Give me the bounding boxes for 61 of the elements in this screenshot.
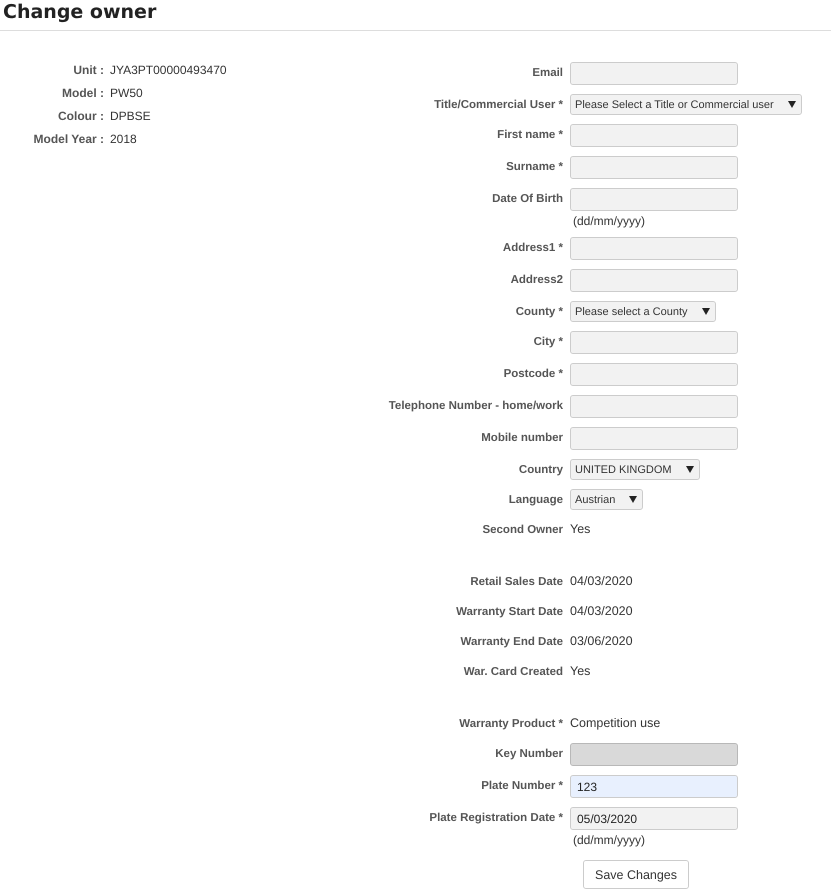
field-label: Telephone Number - home/work [388,399,563,414]
field-value: PW50 [110,86,143,100]
input-field[interactable] [570,237,738,260]
field-label: Date Of Birth [491,192,563,207]
field-label: Address2 [510,273,563,288]
field-label: Language [508,493,563,508]
field-label: Postcode * [502,367,563,382]
format-hint: (dd/mm/yyyy) [573,833,645,847]
field-label: Retail Sales Date [469,575,563,590]
page-title: Change owner [0,0,831,31]
field-label: Surname * [505,160,563,175]
caret-icon [686,466,694,473]
field-label: City * [532,335,563,350]
field-label: Country [518,463,563,478]
field-label: Second Owner [481,523,563,538]
field-label: Warranty Product * [458,717,563,732]
input-field[interactable] [570,331,738,354]
field-label: Warranty End Date [460,635,563,650]
caret-icon [702,308,710,315]
field-label: First name * [496,128,563,143]
dropdown[interactable]: UNITED KINGDOM [570,459,700,480]
field-value: 04/03/2020 [570,573,633,590]
input-field[interactable] [570,427,738,450]
input-field[interactable] [570,156,738,179]
field-value: JYA3PT00000493470 [110,63,227,77]
field-label: Address1 * [502,241,563,256]
field-value: Yes [570,521,590,538]
field-value: 04/03/2020 [570,603,633,620]
field-label: Plate Registration Date * [428,811,563,826]
field-label: Title/Commercial User * [433,98,563,113]
dropdown[interactable]: Austrian [570,489,644,510]
input-field[interactable] [570,269,738,292]
field-label: Key Number [494,747,563,762]
input-field[interactable]: 123 [570,775,738,798]
caret-icon [788,101,796,108]
input-field[interactable] [570,188,738,211]
field-label: Plate Number * [480,779,563,794]
format-hint: (dd/mm/yyyy) [573,214,645,228]
input-field[interactable] [570,363,738,386]
dropdown[interactable]: Please Select a Title or Commercial user [570,94,802,115]
dropdown[interactable]: Please select a County [570,301,716,322]
field-label: Model : [61,86,104,100]
field-value: Yes [570,663,590,680]
field-label: War. Card Created [462,665,563,680]
field-label: Mobile number [480,431,563,446]
field-label: Unit : [72,63,104,77]
input-field[interactable]: 05/03/2020 [570,807,738,830]
field-value: 03/06/2020 [570,633,633,650]
field-value: Competition use [570,715,660,732]
field-label: Colour : [57,109,104,123]
field-label: County * [514,305,563,320]
input-field[interactable] [570,124,738,147]
field-label: Model Year : [32,132,104,146]
input-field[interactable] [570,62,738,85]
field-value: DPBSE [110,109,151,123]
field-label: Warranty Start Date [455,605,563,620]
save-button[interactable]: Save Changes [583,860,690,889]
field-value: 2018 [110,132,137,146]
field-label: Email [531,66,563,81]
input-field[interactable] [570,395,738,418]
caret-icon [629,496,638,503]
